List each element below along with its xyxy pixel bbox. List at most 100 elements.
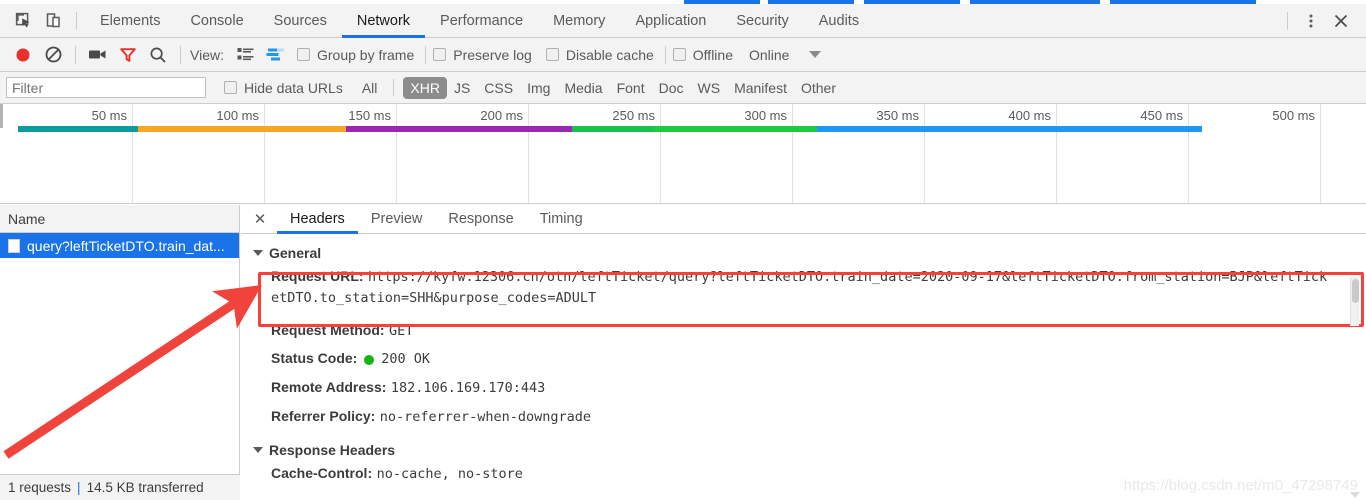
tab-memory[interactable]: Memory: [538, 4, 620, 37]
filter-type-manifest[interactable]: Manifest: [727, 77, 794, 99]
tab-label: Network: [356, 12, 411, 29]
timeline-tick-200ms: 200 ms: [397, 104, 529, 203]
timeline-tick-250ms: 250 ms: [529, 104, 661, 203]
timeline-tick-50ms: 50 ms: [0, 104, 133, 203]
table-row[interactable]: query?leftTicketDTO.train_dat...: [0, 233, 239, 258]
triangle-down-icon: [253, 446, 263, 453]
request-list-column-header[interactable]: Name: [0, 205, 239, 233]
tab-application[interactable]: Application: [620, 4, 721, 37]
filter-type-doc[interactable]: Doc: [652, 77, 691, 99]
offline-checkbox[interactable]: [672, 48, 686, 61]
request-count-label: 1 requests: [8, 480, 72, 495]
remote-address-key: Remote Address:: [271, 379, 387, 396]
tab-elements[interactable]: Elements: [85, 4, 175, 37]
tab-security[interactable]: Security: [721, 4, 803, 37]
tab-sources[interactable]: Sources: [259, 4, 342, 37]
tabbar-right-divider: [1287, 11, 1288, 30]
request-method-value: GET: [389, 322, 414, 339]
checkbox-group-cache: Disable cache: [545, 46, 654, 63]
throttling-select[interactable]: Online: [749, 47, 789, 63]
waterfall-view-icon[interactable]: [261, 42, 291, 68]
hide-data-urls-checkbox[interactable]: [224, 81, 237, 94]
tab-performance[interactable]: Performance: [425, 4, 538, 37]
overview-band-waiting-ttfb: [654, 126, 817, 132]
filter-type-font[interactable]: Font: [610, 77, 652, 99]
toolbar-divider-2: [180, 45, 181, 64]
timeline-tick-400ms: 400 ms: [925, 104, 1057, 203]
devtools-tabbar: Elements Console Sources Network Perform…: [0, 4, 1366, 38]
remote-address-value: 182.106.169.170:443: [390, 380, 546, 397]
triangle-down-icon: [253, 250, 263, 256]
request-url-value[interactable]: https://kyfw.12306.cn/otn/leftTicket/que…: [271, 269, 1327, 306]
tab-label: Elements: [100, 12, 161, 29]
timeline-tick-150ms: 150 ms: [265, 104, 397, 203]
tab-network[interactable]: Network: [341, 4, 426, 38]
filter-type-ws[interactable]: WS: [691, 77, 728, 99]
disable-cache-checkbox[interactable]: [545, 48, 559, 61]
response-headers-section-header[interactable]: Response Headers: [253, 442, 1366, 458]
tab-headers[interactable]: Headers: [277, 205, 358, 234]
inspect-element-icon[interactable]: [8, 6, 38, 36]
remote-address-row: Remote Address: 182.106.169.170:443: [253, 378, 1366, 399]
close-icon[interactable]: ✕: [249, 208, 271, 230]
request-detail-pane: ✕ Headers Preview Response Timing Genera…: [241, 205, 1366, 500]
devtools-window: Elements Console Sources Network Perform…: [0, 0, 1366, 500]
tab-label: Sources: [273, 12, 327, 29]
tabbar-divider: [76, 11, 77, 30]
toggle-device-toolbar-icon[interactable]: [38, 6, 68, 36]
disable-cache-label: Disable cache: [565, 46, 654, 63]
filter-type-xhr[interactable]: XHR: [403, 76, 447, 99]
search-icon[interactable]: [143, 42, 173, 68]
filter-type-css[interactable]: CSS: [477, 77, 520, 99]
tab-preview[interactable]: Preview: [358, 205, 436, 233]
timeline-tick-500ms: 500 ms: [1189, 104, 1321, 203]
checkbox-group-preserve: Preserve log: [433, 47, 532, 63]
request-name-label: query?leftTicketDTO.train_dat...: [27, 237, 225, 254]
tab-response[interactable]: Response: [435, 205, 526, 233]
filter-type-media[interactable]: Media: [557, 77, 609, 99]
group-by-frame-label: Group by frame: [316, 46, 415, 63]
tab-label: Application: [635, 12, 707, 29]
filter-type-js[interactable]: JS: [447, 77, 477, 99]
preserve-log-checkbox[interactable]: [433, 48, 447, 61]
group-by-frame-checkbox[interactable]: [296, 48, 310, 61]
toolbar-divider-4: [664, 45, 666, 64]
tab-label: Security: [736, 12, 789, 29]
referrer-policy-row: Referrer Policy: no-referrer-when-downgr…: [253, 407, 1366, 428]
kebab-menu-icon[interactable]: [1296, 6, 1326, 36]
general-section-header[interactable]: General: [253, 245, 1366, 261]
overview-band-queueing: [17, 126, 138, 132]
search-input[interactable]: [6, 77, 206, 98]
network-overview-timeline[interactable]: 50 ms 100 ms 150 ms 200 ms 250 ms 300 ms…: [0, 104, 1366, 204]
xhr-document-icon: [8, 238, 20, 253]
request-method-row: Request Method: GET: [253, 321, 1366, 342]
status-code-row: Status Code: 200 OK: [253, 349, 1366, 370]
request-url-row: Request URL: https://kyfw.12306.cn/otn/l…: [253, 267, 1366, 309]
network-toolbar: View: Group by frame Preserve log Disabl…: [0, 38, 1366, 72]
camera-icon[interactable]: [83, 42, 113, 68]
request-url-key: Request URL:: [271, 268, 364, 284]
tab-label: Memory: [553, 12, 606, 29]
close-icon[interactable]: [1326, 6, 1356, 36]
clear-icon[interactable]: [38, 42, 68, 68]
cache-control-key: Cache-Control:: [271, 464, 373, 481]
filter-type-all[interactable]: All: [355, 77, 385, 99]
list-view-icon[interactable]: [231, 42, 261, 68]
filter-type-other[interactable]: Other: [794, 77, 843, 99]
timeline-tick-450ms: 450 ms: [1057, 104, 1189, 203]
tab-timing[interactable]: Timing: [527, 205, 596, 233]
tab-console[interactable]: Console: [175, 4, 258, 37]
filter-funnel-icon[interactable]: [113, 42, 143, 68]
network-status-bar: 1 requests | 14.5 KB transferred: [0, 474, 240, 500]
record-button-icon[interactable]: [8, 42, 38, 68]
checkbox-group-frame: Group by frame: [296, 46, 415, 63]
chevron-down-icon[interactable]: [809, 51, 822, 58]
referrer-policy-value: no-referrer-when-downgrade: [379, 408, 592, 425]
checkbox-group-offline: Offline: [672, 47, 733, 63]
toolbar-divider: [75, 45, 76, 64]
filter-divider: [393, 79, 395, 96]
tab-label: Audits: [818, 12, 860, 29]
headers-body: General Request URL: https://kyfw.12306.…: [241, 234, 1366, 485]
filter-type-img[interactable]: Img: [520, 77, 557, 99]
tab-audits[interactable]: Audits: [804, 4, 874, 37]
